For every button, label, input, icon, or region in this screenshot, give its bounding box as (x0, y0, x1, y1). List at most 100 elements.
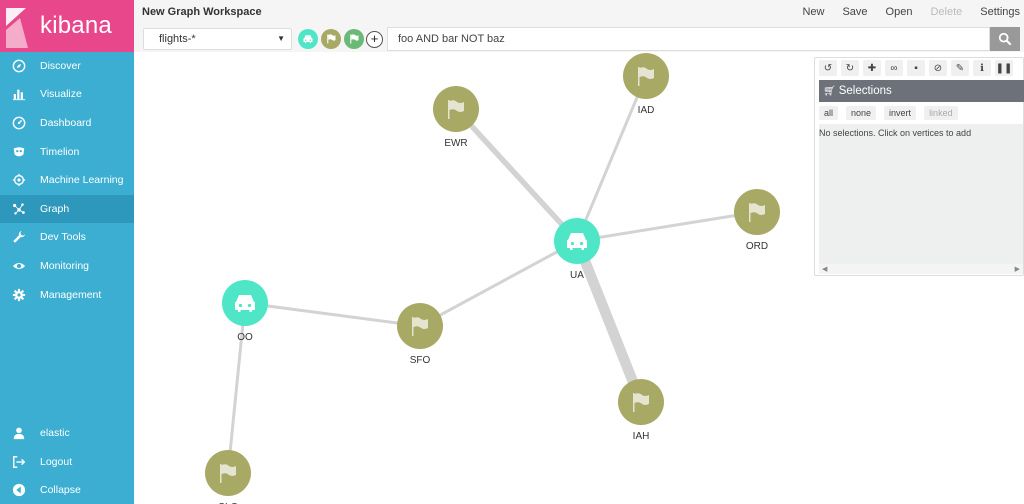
vertex-sfo[interactable]: SFO (397, 303, 443, 366)
edge-ua-ord[interactable] (576, 210, 758, 243)
nav-item-logout[interactable]: Logout (0, 448, 134, 476)
vertex-label: IAD (638, 105, 655, 116)
edge-ua-iad[interactable] (575, 75, 648, 242)
vertex-slc[interactable]: SLC (205, 450, 251, 504)
info-button[interactable]: ℹ (973, 60, 991, 76)
graph-icon (10, 200, 28, 218)
selection-filters: all none invert linked (819, 106, 966, 120)
scroll-left-icon: ◀ (822, 266, 828, 273)
nav-label: Monitoring (40, 260, 90, 272)
edge-ua-ewr[interactable] (453, 107, 580, 243)
field-destination-button[interactable] (344, 29, 364, 49)
nav-item-dev-tools[interactable]: Dev Tools (0, 223, 134, 251)
flag-icon (327, 34, 336, 44)
vertex-oo[interactable]: OO (222, 280, 268, 343)
user-icon (10, 424, 28, 442)
top-menu: New Save Open Delete Settings (784, 6, 1020, 18)
add-field-button[interactable]: + (366, 31, 383, 48)
vertex-iad[interactable]: IAD (623, 53, 669, 116)
new-button[interactable]: New (802, 6, 824, 18)
kibana-logo-icon (6, 8, 28, 48)
style-button[interactable]: ✎ (951, 60, 969, 76)
logout-icon (10, 453, 28, 471)
nav-item-dashboard[interactable]: Dashboard (0, 109, 134, 137)
info-icon: ℹ (980, 62, 984, 74)
undo-icon: ↺ (823, 62, 833, 74)
undo-button[interactable]: ↺ (819, 60, 837, 76)
delete-button[interactable]: Delete (930, 6, 962, 18)
index-pattern-select[interactable]: flights-* ▼ (143, 28, 292, 50)
save-button[interactable]: Save (842, 6, 867, 18)
vertex-iah[interactable]: IAH (618, 379, 664, 442)
redo-button[interactable]: ↻ (841, 60, 859, 76)
index-pattern-value: flights-* (159, 33, 196, 45)
magnifier-icon (998, 32, 1012, 46)
pause-button[interactable]: ❚❚ (995, 60, 1013, 76)
selections-header: 🛒︎ Selections (819, 80, 1024, 102)
sidebar: kibana Discover Visualize Dashboard Time… (0, 0, 134, 504)
car-icon (567, 233, 587, 250)
edge-ua-sfo[interactable] (419, 239, 578, 328)
vertex-label: ORD (746, 241, 768, 252)
search-input[interactable]: foo AND bar NOT baz (387, 27, 990, 51)
selections-empty-text: No selections. Click on vertices to add (819, 128, 972, 138)
kibana-logo[interactable]: kibana (0, 0, 134, 52)
trash-icon: ▪ (914, 62, 918, 74)
cart-icon: 🛒︎ (823, 85, 836, 97)
nav-item-machine-learning[interactable]: Machine Learning (0, 166, 134, 194)
flag-icon (350, 34, 359, 44)
edge-oo-sfo[interactable] (244, 301, 421, 328)
nav-label: Collapse (40, 484, 81, 496)
block-icon: ⊘ (933, 62, 943, 74)
nav-item-monitoring[interactable]: Monitoring (0, 252, 134, 280)
nav-label: Management (40, 289, 102, 301)
settings-button[interactable]: Settings (980, 6, 1020, 18)
field-airport-button[interactable] (321, 29, 341, 49)
vertex-ewr[interactable]: EWR (433, 86, 479, 149)
search-toolbar: flights-* ▼ + foo AND bar NOT baz (134, 26, 1024, 52)
edge-ua-iah[interactable] (572, 239, 646, 404)
car-wheel (570, 241, 575, 246)
select-invert-button[interactable]: invert (884, 106, 917, 120)
blacklist-button[interactable]: ⊘ (929, 60, 947, 76)
expand-button[interactable]: ✚ (863, 60, 881, 76)
brain-icon (10, 171, 28, 189)
vertex-ord[interactable]: ORD (734, 189, 780, 252)
bar-chart-icon (10, 85, 28, 103)
nav-item-user[interactable]: elastic (0, 419, 134, 447)
open-button[interactable]: Open (886, 6, 913, 18)
field-carrier-button[interactable] (298, 29, 318, 49)
edge-oo-slc[interactable] (226, 302, 247, 474)
workspace-title: New Graph Workspace (142, 6, 262, 18)
selections-list[interactable]: No selections. Click on vertices to add (819, 124, 1023, 264)
nav-item-graph[interactable]: Graph (0, 195, 134, 223)
scroll-right-icon: ▶ (1014, 266, 1020, 273)
compass-icon (10, 57, 28, 75)
horizontal-scrollbar[interactable]: ◀ ▶ (819, 264, 1023, 274)
select-all-button[interactable]: all (819, 106, 839, 120)
expand-icon: ✚ (867, 62, 877, 74)
gauge-icon (10, 114, 28, 132)
car-icon (235, 295, 255, 312)
gear-icon (10, 286, 28, 304)
vertex-label: EWR (444, 138, 467, 149)
nav-item-discover[interactable]: Discover (0, 52, 134, 80)
link-button[interactable]: ∞ (885, 60, 903, 76)
select-linked-button[interactable]: linked (924, 106, 958, 120)
delete-vertices-button[interactable]: ▪ (907, 60, 925, 76)
select-none-button[interactable]: none (846, 106, 877, 120)
link-icon: ∞ (890, 62, 898, 74)
redo-icon: ↻ (845, 62, 855, 74)
nav-item-management[interactable]: Management (0, 281, 134, 309)
search-button[interactable] (990, 27, 1020, 51)
wrench-icon (10, 228, 28, 246)
nav-item-collapse[interactable]: Collapse (0, 476, 134, 504)
car-icon (303, 35, 313, 44)
nav-item-visualize[interactable]: Visualize (0, 80, 134, 108)
nav-label: Dashboard (40, 117, 92, 129)
selections-title: Selections (838, 85, 892, 97)
mask-icon (10, 143, 28, 161)
nodes-layer: UA OO EWR IAD ORD SFO IAH SLC (205, 53, 780, 504)
nav-item-timelion[interactable]: Timelion (0, 138, 134, 166)
nav-label: Logout (40, 456, 73, 468)
